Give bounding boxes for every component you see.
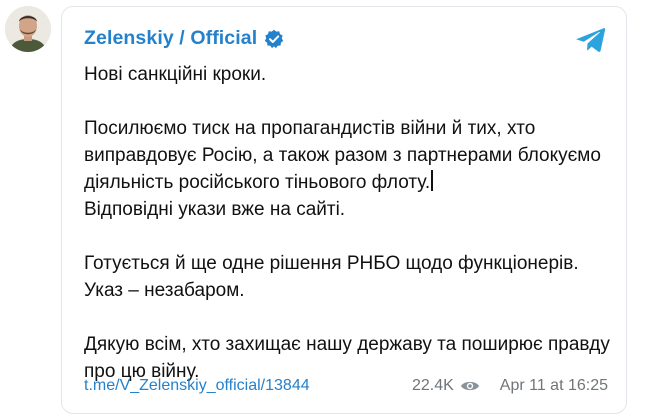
post-footer: t.me/V_Zelenskiy_official/13844 22.4K Ap… (84, 377, 608, 395)
verified-badge-icon (265, 29, 284, 48)
post-paragraph: Відповідні укази вже на сайті. (84, 199, 346, 220)
post-paragraph: Посилюємо тиск на пропагандистів війни й… (84, 118, 607, 193)
telegram-plane-icon[interactable] (576, 27, 606, 53)
avatar-portrait (5, 6, 51, 52)
post-paragraph: Готується й ще одне рішення РНБО щодо фу… (84, 253, 584, 301)
post-paragraph: Нові санкційні кроки. (84, 64, 267, 85)
views-counter: 22.4K (412, 377, 486, 395)
post-paragraph: Дякую всім, хто захищає нашу державу та … (84, 334, 616, 382)
eye-icon (460, 381, 479, 391)
post-card: Zelenskiy / Official Нові санкційні крок… (61, 6, 627, 414)
post-date[interactable]: Apr 11 at 16:25 (500, 377, 608, 395)
post-text: Нові санкційні кроки. Посилюємо тиск на … (84, 61, 619, 385)
post-link[interactable]: t.me/V_Zelenskiy_official/13844 (84, 377, 412, 395)
channel-avatar[interactable] (5, 6, 51, 52)
views-count: 22.4K (411, 377, 454, 394)
channel-name[interactable]: Zelenskiy / Official (84, 27, 257, 50)
post-header: Zelenskiy / Official (84, 27, 284, 50)
text-cursor (431, 170, 434, 191)
